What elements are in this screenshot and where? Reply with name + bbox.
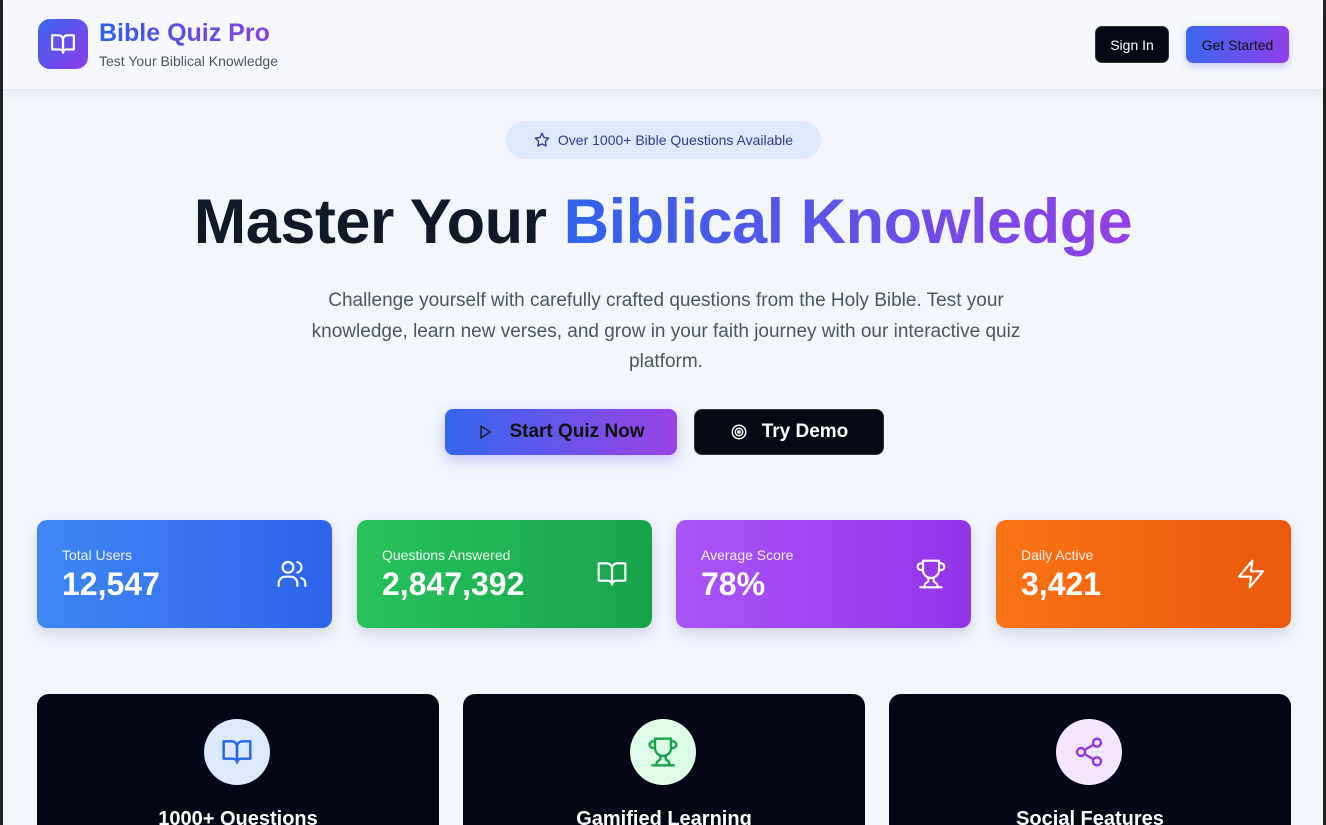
stat-label: Average Score bbox=[701, 547, 794, 563]
trophy-icon bbox=[915, 558, 947, 590]
hero-title: Master Your Biblical Knowledge bbox=[3, 186, 1323, 258]
try-demo-label: Try Demo bbox=[761, 421, 849, 442]
stat-label: Daily Active bbox=[1021, 547, 1094, 563]
users-icon bbox=[276, 558, 308, 590]
stat-card-average-score: Average Score 78% bbox=[676, 520, 971, 628]
trophy-icon bbox=[647, 736, 679, 768]
stat-card-questions-answered: Questions Answered 2,847,392 bbox=[357, 520, 652, 628]
target-icon bbox=[730, 423, 748, 441]
questions-badge: Over 1000+ Bible Questions Available bbox=[506, 121, 821, 159]
feature-icon-circle bbox=[630, 719, 696, 785]
feature-icon-circle bbox=[204, 719, 270, 785]
stat-value: 3,421 bbox=[1021, 566, 1102, 602]
zap-icon bbox=[1235, 558, 1267, 590]
badge-text: Over 1000+ Bible Questions Available bbox=[557, 132, 794, 148]
feature-card-social: Social Features bbox=[889, 694, 1291, 825]
book-open-icon bbox=[50, 31, 76, 57]
stat-label: Questions Answered bbox=[382, 547, 511, 563]
top-header: Bible Quiz Pro Test Your Biblical Knowle… bbox=[3, 0, 1323, 90]
stat-label: Total Users bbox=[62, 547, 133, 563]
stat-value: 78% bbox=[701, 566, 766, 602]
logo[interactable] bbox=[38, 19, 88, 69]
brand-title[interactable]: Bible Quiz Pro bbox=[99, 19, 270, 48]
star-icon bbox=[534, 132, 550, 148]
get-started-button[interactable]: Get Started bbox=[1186, 26, 1289, 63]
feature-title: Social Features bbox=[1016, 808, 1164, 825]
stat-value: 12,547 bbox=[62, 566, 160, 602]
feature-title: 1000+ Questions bbox=[158, 808, 318, 825]
start-quiz-button[interactable]: Start Quiz Now bbox=[445, 409, 677, 455]
book-open-icon bbox=[596, 558, 628, 590]
hero-description: Challenge yourself with carefully crafte… bbox=[311, 290, 1021, 372]
hero-title-gradient: Biblical Knowledge bbox=[563, 187, 1133, 257]
sign-in-button[interactable]: Sign In bbox=[1095, 26, 1169, 63]
start-quiz-label: Start Quiz Now bbox=[509, 421, 645, 442]
book-open-icon bbox=[221, 736, 253, 768]
hero-title-dark: Master Your bbox=[193, 187, 547, 257]
stat-card-total-users: Total Users 12,547 bbox=[37, 520, 332, 628]
feature-icon-circle bbox=[1056, 719, 1122, 785]
feature-card-questions: 1000+ Questions bbox=[37, 694, 439, 825]
stat-card-daily-active: Daily Active 3,421 bbox=[996, 520, 1291, 628]
try-demo-button[interactable]: Try Demo bbox=[694, 409, 884, 455]
share-icon bbox=[1073, 736, 1105, 768]
feature-card-gamified: Gamified Learning bbox=[463, 694, 865, 825]
stat-value: 2,847,392 bbox=[382, 566, 525, 602]
play-icon bbox=[477, 424, 493, 440]
feature-title: Gamified Learning bbox=[576, 808, 752, 825]
brand-subtitle: Test Your Biblical Knowledge bbox=[99, 53, 279, 69]
